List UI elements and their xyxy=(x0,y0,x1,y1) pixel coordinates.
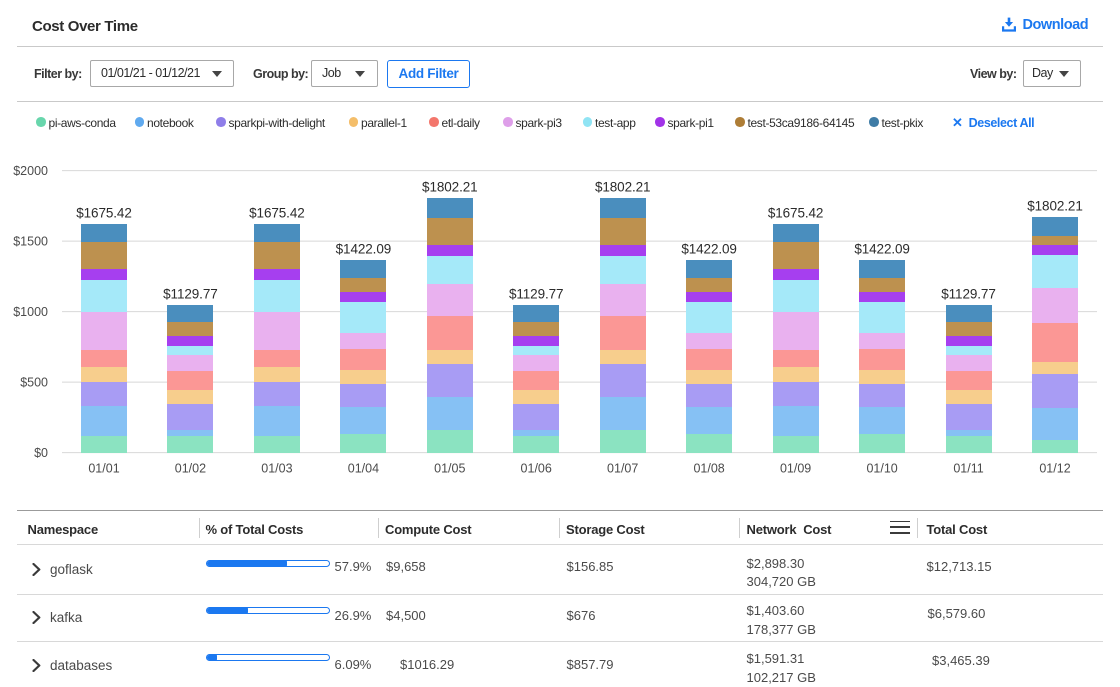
svg-text:01/01: 01/01 xyxy=(88,462,119,476)
svg-text:$2000: $2000 xyxy=(13,164,48,178)
svg-text:$1675.42: $1675.42 xyxy=(76,206,132,221)
svg-text:$1422.09: $1422.09 xyxy=(854,242,910,257)
svg-text:$1422.09: $1422.09 xyxy=(336,242,392,257)
svg-text:01/04: 01/04 xyxy=(348,462,379,476)
svg-text:01/09: 01/09 xyxy=(780,462,811,476)
svg-text:$1802.21: $1802.21 xyxy=(1027,199,1083,214)
svg-text:01/06: 01/06 xyxy=(521,462,552,476)
svg-text:$500: $500 xyxy=(20,375,48,389)
svg-text:$1129.77: $1129.77 xyxy=(509,287,564,302)
svg-text:01/11: 01/11 xyxy=(953,462,983,476)
svg-text:$1802.21: $1802.21 xyxy=(422,180,478,195)
svg-text:$1129.77: $1129.77 xyxy=(163,287,218,302)
svg-text:$1422.09: $1422.09 xyxy=(681,242,737,257)
svg-text:$1802.21: $1802.21 xyxy=(595,180,651,195)
svg-text:01/12: 01/12 xyxy=(1039,462,1070,476)
svg-text:$1675.42: $1675.42 xyxy=(249,206,305,221)
svg-text:01/07: 01/07 xyxy=(607,462,638,476)
svg-text:01/02: 01/02 xyxy=(175,462,206,476)
svg-text:$1675.42: $1675.42 xyxy=(768,206,824,221)
svg-text:$1500: $1500 xyxy=(13,234,48,248)
svg-text:01/10: 01/10 xyxy=(866,462,897,476)
svg-text:$0: $0 xyxy=(34,446,48,460)
svg-text:01/03: 01/03 xyxy=(261,462,292,476)
svg-text:$1129.77: $1129.77 xyxy=(941,287,996,302)
svg-text:01/05: 01/05 xyxy=(434,462,465,476)
svg-text:$1000: $1000 xyxy=(13,305,48,319)
svg-text:01/08: 01/08 xyxy=(693,462,724,476)
